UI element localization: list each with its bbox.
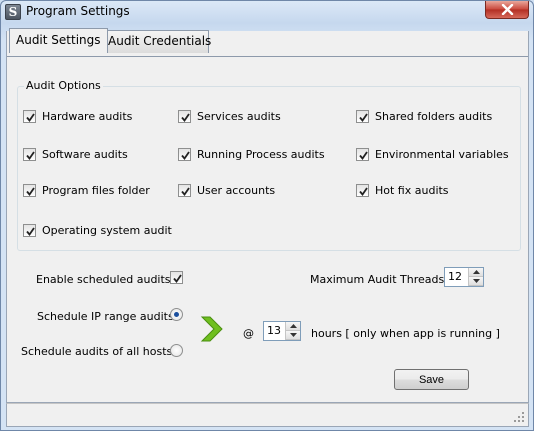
program-settings-window: S Program Settings Audit Settings Audit … <box>0 0 534 431</box>
checkbox-label: Running Process audits <box>197 148 325 161</box>
tab-strip: Audit Settings Audit Credentials <box>7 28 528 54</box>
checkbox-label: Environmental variables <box>375 148 509 161</box>
title-bar[interactable]: S Program Settings <box>1 1 533 24</box>
schedule-all-hosts-radio[interactable] <box>170 344 183 357</box>
checkbox-label: Hardware audits <box>42 110 133 123</box>
max-audit-threads-stepper[interactable]: 12 <box>444 267 484 287</box>
audit-settings-panel: Audit Options Hardware audits Services a… <box>7 56 528 402</box>
resize-grip-icon[interactable] <box>513 411 525 423</box>
hours-stepper[interactable]: 13 <box>263 321 301 341</box>
environmental-variables-checkbox[interactable]: Environmental variables <box>356 148 509 161</box>
schedule-all-hosts-label: Schedule audits of all hosts <box>21 345 173 358</box>
checkbox-box[interactable] <box>178 148 191 161</box>
checkbox-label: Hot fix audits <box>375 184 449 197</box>
checkmark-icon <box>181 187 190 196</box>
hot-fix-audits-checkbox[interactable]: Hot fix audits <box>356 184 449 197</box>
at-symbol: @ <box>243 327 254 340</box>
user-accounts-checkbox[interactable]: User accounts <box>178 184 275 197</box>
chevron-up-icon <box>290 324 297 328</box>
chevron-up-icon <box>473 270 480 274</box>
checkbox-box[interactable] <box>23 184 36 197</box>
checkbox-box[interactable] <box>178 184 191 197</box>
green-arrow-icon <box>200 316 223 342</box>
operating-system-audit-checkbox[interactable]: Operating system audit <box>23 224 172 237</box>
schedule-ip-range-radio[interactable] <box>170 308 183 321</box>
checkbox-box[interactable] <box>170 271 183 284</box>
hours-label: hours [ only when app is running ] <box>311 327 500 340</box>
enable-scheduled-audits-checkbox[interactable] <box>170 271 189 284</box>
program-files-folder-checkbox[interactable]: Program files folder <box>23 184 150 197</box>
checkbox-label: Program files folder <box>42 184 150 197</box>
max-audit-threads-value[interactable]: 12 <box>448 270 462 283</box>
checkmark-icon <box>26 151 35 160</box>
tab-audit-settings[interactable]: Audit Settings <box>9 28 108 53</box>
audit-options-legend: Audit Options <box>24 79 103 92</box>
stepper-arrows[interactable] <box>468 268 483 286</box>
stepper-down-button[interactable] <box>286 331 300 340</box>
status-bar <box>6 403 529 427</box>
checkbox-box[interactable] <box>356 110 369 123</box>
checkbox-box[interactable] <box>356 148 369 161</box>
checkmark-icon <box>359 151 368 160</box>
checkbox-box[interactable] <box>178 110 191 123</box>
checkbox-label: User accounts <box>197 184 276 197</box>
save-button[interactable]: Save <box>394 369 469 390</box>
checkbox-label: Services audits <box>197 110 281 123</box>
app-icon: S <box>5 4 21 20</box>
checkmark-icon <box>26 113 35 122</box>
tab-audit-credentials[interactable]: Audit Credentials <box>101 30 211 53</box>
schedule-ip-range-label: Schedule IP range audits <box>37 310 174 323</box>
services-audits-checkbox[interactable]: Services audits <box>178 110 281 123</box>
checkbox-label: Shared folders audits <box>375 110 493 123</box>
checkbox-box[interactable] <box>356 184 369 197</box>
checkmark-icon <box>26 187 35 196</box>
running-process-audits-checkbox[interactable]: Running Process audits <box>178 148 325 161</box>
checkmark-icon <box>359 187 368 196</box>
close-icon <box>501 4 514 15</box>
hours-value[interactable]: 13 <box>267 324 281 337</box>
radio-selected-dot <box>174 312 179 317</box>
checkmark-icon <box>26 227 35 236</box>
enable-scheduled-audits-label: Enable scheduled audits <box>36 273 171 286</box>
checkmark-icon <box>181 113 190 122</box>
max-audit-threads-label: Maximum Audit Threads <box>310 273 445 286</box>
software-audits-checkbox[interactable]: Software audits <box>23 148 128 161</box>
hardware-audits-checkbox[interactable]: Hardware audits <box>23 110 132 123</box>
client-area: Audit Settings Audit Credentials Audit O… <box>6 28 529 403</box>
stepper-arrows[interactable] <box>285 322 300 340</box>
chevron-down-icon <box>473 279 480 283</box>
stepper-up-button[interactable] <box>469 268 483 277</box>
checkbox-label: Operating system audit <box>42 224 172 237</box>
stepper-up-button[interactable] <box>286 322 300 331</box>
checkmark-icon <box>181 151 190 160</box>
stepper-down-button[interactable] <box>469 277 483 286</box>
window-title: Program Settings <box>26 4 130 18</box>
checkbox-box[interactable] <box>23 110 36 123</box>
checkmark-icon <box>359 113 368 122</box>
checkbox-label: Software audits <box>42 148 128 161</box>
checkbox-box[interactable] <box>23 148 36 161</box>
chevron-down-icon <box>290 333 297 337</box>
checkmark-icon <box>173 274 182 283</box>
shared-folders-audits-checkbox[interactable]: Shared folders audits <box>356 110 492 123</box>
checkbox-box[interactable] <box>23 224 36 237</box>
close-button[interactable] <box>485 1 529 19</box>
